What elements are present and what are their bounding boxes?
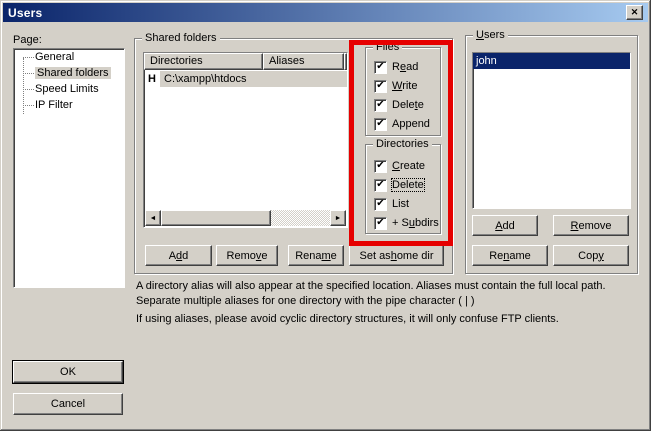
directories-group: Directories ✔ Create ✔ Delete ✔ List ✔ +… (365, 144, 441, 234)
checkbox-box[interactable]: ✔ (374, 217, 387, 230)
check-icon: ✔ (376, 199, 384, 209)
folder-remove-button[interactable]: Remove (216, 245, 278, 266)
checkbox-files-write[interactable]: ✔ Write (374, 79, 417, 93)
checkbox-box[interactable]: ✔ (374, 80, 387, 93)
checkbox-box[interactable]: ✔ (374, 118, 387, 131)
ok-button[interactable]: OK (13, 361, 123, 383)
listview-header: Directories Aliases (144, 53, 347, 70)
directories-listview[interactable]: Directories Aliases H C:\xampp\htdocs ◄ … (143, 52, 348, 228)
files-group: Files ✔ Read ✔ Write ✔ Delete ✔ Append (365, 47, 441, 136)
check-icon: ✔ (376, 119, 384, 129)
tree-stub (23, 105, 34, 106)
check-icon: ✔ (376, 161, 384, 171)
checkbox-dirs-delete[interactable]: ✔ Delete (374, 178, 424, 192)
checkbox-box[interactable]: ✔ (374, 198, 387, 211)
checkbox-dirs-list[interactable]: ✔ List (374, 197, 409, 211)
user-item-john[interactable]: john (473, 53, 630, 69)
column-header-directories[interactable]: Directories (144, 53, 263, 70)
close-icon: ✕ (631, 7, 639, 18)
tree-stub (23, 73, 34, 74)
column-header-aliases[interactable]: Aliases (263, 53, 344, 70)
directory-path: C:\xampp\htdocs (160, 71, 347, 87)
page-label: Page: (13, 34, 42, 46)
scrollbar-track[interactable] (271, 210, 330, 226)
user-copy-button[interactable]: Copy (553, 245, 629, 266)
column-header-filler (344, 53, 347, 70)
home-marker: H (144, 73, 160, 85)
page-list[interactable]: General Shared folders Speed Limits IP F… (13, 48, 125, 288)
scroll-right-button[interactable]: ► (330, 210, 346, 226)
users-list[interactable]: john (472, 52, 631, 209)
check-icon: ✔ (376, 100, 384, 110)
user-remove-button[interactable]: Remove (553, 215, 629, 236)
alias-note: A directory alias will also appear at th… (136, 279, 644, 309)
checkbox-files-append[interactable]: ✔ Append (374, 117, 430, 131)
user-rename-button[interactable]: Rename (472, 245, 548, 266)
scroll-left-icon: ◄ (150, 215, 157, 222)
files-group-label: Files (373, 41, 402, 54)
checkbox-box[interactable]: ✔ (374, 160, 387, 173)
checkbox-dirs-subdirs[interactable]: ✔ + Subdirs (374, 216, 439, 230)
scroll-right-icon: ► (335, 215, 342, 222)
folder-add-button[interactable]: Add (145, 245, 212, 266)
check-icon: ✔ (376, 62, 384, 72)
check-icon: ✔ (376, 218, 384, 228)
checkbox-box[interactable]: ✔ (374, 179, 387, 192)
checkbox-box[interactable]: ✔ (374, 99, 387, 112)
checkbox-box[interactable]: ✔ (374, 61, 387, 74)
close-button[interactable]: ✕ (626, 5, 643, 20)
users-dialog: Users ✕ Page: General Shared folders Spe… (0, 0, 651, 431)
scrollbar-thumb[interactable] (161, 210, 271, 226)
title-bar[interactable]: Users ✕ (3, 3, 648, 22)
users-group-label: Users (473, 29, 508, 42)
window-title: Users (8, 6, 42, 20)
tree-stub (23, 89, 34, 90)
check-icon: ✔ (376, 81, 384, 91)
page-item-shared-folders[interactable]: Shared folders (14, 65, 124, 81)
user-add-button[interactable]: Add (472, 215, 538, 236)
page-item-general[interactable]: General (14, 49, 124, 65)
folder-rename-button[interactable]: Rename (288, 245, 344, 266)
checkbox-files-read[interactable]: ✔ Read (374, 60, 418, 74)
tree-stub (23, 57, 34, 58)
scroll-left-button[interactable]: ◄ (145, 210, 161, 226)
shared-folders-group-label: Shared folders (142, 32, 220, 45)
check-icon: ✔ (376, 180, 384, 190)
checkbox-files-delete[interactable]: ✔ Delete (374, 98, 424, 112)
page-item-ip-filter[interactable]: IP Filter (14, 97, 124, 113)
set-as-home-dir-button[interactable]: Set as home dir (349, 245, 444, 266)
cancel-button[interactable]: Cancel (13, 393, 123, 415)
checkbox-dirs-create[interactable]: ✔ Create (374, 159, 425, 173)
cyclic-note: If using aliases, please avoid cyclic di… (136, 312, 644, 327)
directory-row[interactable]: H C:\xampp\htdocs (144, 71, 347, 87)
directories-group-label: Directories (373, 138, 432, 151)
horizontal-scrollbar[interactable]: ◄ ► (145, 210, 346, 226)
page-item-speed-limits[interactable]: Speed Limits (14, 81, 124, 97)
